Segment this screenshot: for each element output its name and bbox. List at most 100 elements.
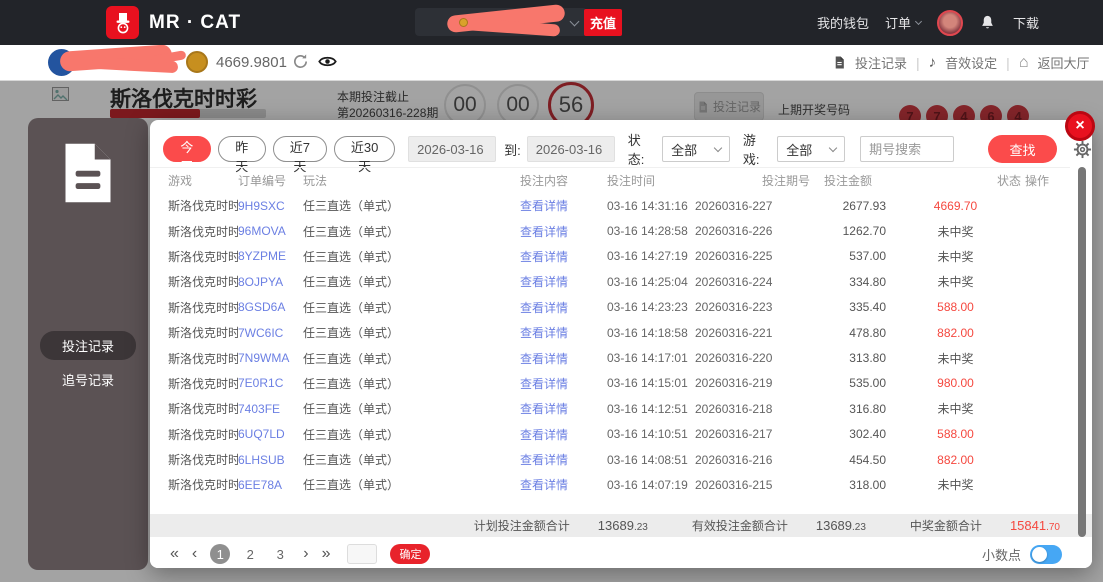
cell-amount: 335.40	[849, 300, 886, 315]
cell-play-type: 任三直选（单式）	[303, 224, 400, 239]
cell-game: 斯洛伐克时时彩	[168, 199, 238, 214]
cell-bet-time: 03-16 14:10:51	[607, 427, 688, 442]
confirm-button[interactable]: 确定	[390, 544, 431, 564]
cell-status: 未中奖	[937, 402, 974, 417]
view-detail-link[interactable]: 查看详情	[520, 350, 607, 367]
orders-menu[interactable]: 订单	[885, 13, 923, 32]
valid-total-value: 13689.23	[815, 518, 866, 533]
order-number-link[interactable]: 9H9SXC	[238, 199, 303, 213]
chevron-down-icon	[713, 143, 723, 152]
bell-icon[interactable]	[979, 13, 997, 33]
cell-status: 588.00	[937, 300, 974, 315]
view-detail-link[interactable]: 查看详情	[520, 197, 607, 214]
view-detail-link[interactable]: 查看详情	[520, 299, 607, 316]
table-row: 斯洛伐克时时彩 6EE78A 任三直选（单式） 查看详情 03-16 14:07…	[150, 472, 1070, 497]
recharge-button[interactable]: 充值	[584, 9, 622, 36]
cell-period: 20260316-225	[695, 249, 773, 264]
order-number-link[interactable]: 8GSD6A	[238, 300, 303, 314]
quick-range-button[interactable]: 近30天	[334, 136, 396, 174]
refresh-icon[interactable]	[292, 53, 309, 75]
cell-amount: 318.00	[849, 477, 886, 492]
page-numbers: 123	[210, 544, 290, 564]
view-detail-link[interactable]: 查看详情	[520, 248, 607, 265]
column-header: 投注时间	[607, 174, 656, 188]
summary-bar: 计划投注金额合计 13689.23 有效投注金额合计 13689.23 中奖金额…	[150, 514, 1092, 537]
order-number-link[interactable]: 6LHSUB	[238, 453, 303, 467]
cell-amount: 334.80	[849, 274, 886, 289]
column-header: 游戏	[168, 174, 193, 188]
cell-amount: 478.80	[849, 325, 886, 340]
bet-records-modal: × 今天昨天近7天近30天 到: 状态: 全部 游戏: 全部 查找	[150, 111, 1095, 568]
order-number-link[interactable]: 7WC6IC	[238, 326, 303, 340]
next-page-button[interactable]: ›	[303, 546, 308, 562]
wallet-link[interactable]: 我的钱包	[817, 13, 869, 32]
view-detail-link[interactable]: 查看详情	[520, 273, 607, 290]
download-link[interactable]: 下载	[1013, 13, 1039, 32]
column-header: 操作	[1025, 174, 1050, 188]
cell-game: 斯洛伐克时时彩	[168, 224, 238, 239]
order-number-link[interactable]: 8YZPME	[238, 249, 303, 263]
order-number-link[interactable]: 6EE78A	[238, 478, 303, 492]
cell-play-type: 任三直选（单式）	[303, 275, 400, 290]
side-panel-item[interactable]: 追号记录	[40, 365, 136, 394]
date-to-input[interactable]	[526, 136, 615, 162]
page-number-button[interactable]: 2	[240, 544, 260, 564]
game-select[interactable]: 全部	[777, 136, 846, 162]
order-number-link[interactable]: 6UQ7LD	[238, 427, 303, 441]
cell-game: 斯洛伐克时时彩	[168, 249, 238, 264]
last-page-button[interactable]: »	[322, 546, 331, 562]
table-row: 斯洛伐克时时彩 96MOVA 任三直选（单式） 查看详情 03-16 14:28…	[150, 218, 1070, 243]
search-button[interactable]: 查找	[988, 135, 1057, 163]
side-panel-item[interactable]: 投注记录	[40, 331, 136, 360]
win-total-label: 中奖金额合计	[909, 519, 982, 533]
cell-play-type: 任三直选（单式）	[303, 249, 400, 264]
order-number-link[interactable]: 7403FE	[238, 402, 303, 416]
quick-range-button[interactable]: 昨天	[217, 136, 266, 174]
game-select-value: 全部	[786, 142, 813, 158]
view-detail-link[interactable]: 查看详情	[520, 324, 607, 341]
order-number-link[interactable]: 7N9WMA	[238, 351, 303, 365]
brand[interactable]: MR · CAT	[106, 6, 241, 39]
prev-page-button[interactable]: ‹	[192, 546, 197, 562]
bet-records-link[interactable]: 投注记录	[855, 53, 907, 72]
status-select[interactable]: 全部	[662, 136, 730, 162]
avatar[interactable]	[937, 9, 964, 36]
cell-bet-time: 03-16 14:07:19	[607, 477, 688, 492]
cell-status: 未中奖	[937, 351, 974, 366]
eye-icon[interactable]	[318, 54, 337, 74]
view-detail-link[interactable]: 查看详情	[520, 223, 607, 240]
quick-range-button[interactable]: 今天	[163, 136, 211, 174]
decimal-toggle[interactable]	[1030, 544, 1062, 564]
table-row: 斯洛伐克时时彩 6LHSUB 任三直选（单式） 查看详情 03-16 14:08…	[150, 447, 1070, 472]
page-number-button[interactable]: 3	[270, 544, 290, 564]
period-search-input[interactable]	[860, 136, 955, 162]
close-icon[interactable]: ×	[1065, 111, 1095, 141]
view-detail-link[interactable]: 查看详情	[520, 451, 607, 468]
sound-settings-link[interactable]: 音效设定	[945, 53, 997, 72]
order-number-link[interactable]: 7E0R1C	[238, 376, 303, 390]
chevron-down-icon	[914, 17, 923, 25]
view-detail-link[interactable]: 查看详情	[520, 400, 607, 417]
first-page-button[interactable]: «	[170, 546, 179, 562]
cell-status: 588.00	[937, 427, 974, 442]
table-row: 斯洛伐克时时彩 8YZPME 任三直选（单式） 查看详情 03-16 14:27…	[150, 244, 1070, 269]
bet-records-table: 斯洛伐克时时彩 9H9SXC 任三直选（单式） 查看详情 03-16 14:31…	[150, 193, 1070, 498]
view-detail-link[interactable]: 查看详情	[520, 476, 607, 493]
order-number-link[interactable]: 96MOVA	[238, 224, 303, 238]
pagination-bar: « ‹ 123 › » 确定 小数点	[150, 540, 1092, 568]
order-number-link[interactable]: 8OJPYA	[238, 275, 303, 289]
table-row: 斯洛伐克时时彩 8GSD6A 任三直选（单式） 查看详情 03-16 14:23…	[150, 295, 1070, 320]
to-label: 到:	[504, 142, 521, 158]
date-from-input[interactable]	[408, 136, 497, 162]
cell-period: 20260316-219	[695, 376, 773, 391]
gear-icon[interactable]	[1073, 140, 1092, 159]
account-dropdown[interactable]	[415, 3, 587, 37]
view-detail-link[interactable]: 查看详情	[520, 426, 607, 443]
page-jump-input[interactable]	[347, 544, 378, 564]
back-to-lobby-link[interactable]: 返回大厅	[1037, 53, 1089, 72]
cell-game: 斯洛伐克时时彩	[168, 453, 238, 468]
quick-range-button[interactable]: 近7天	[272, 136, 328, 174]
page-number-button[interactable]: 1	[210, 544, 231, 564]
scrollbar[interactable]	[1078, 167, 1086, 537]
view-detail-link[interactable]: 查看详情	[520, 375, 607, 392]
